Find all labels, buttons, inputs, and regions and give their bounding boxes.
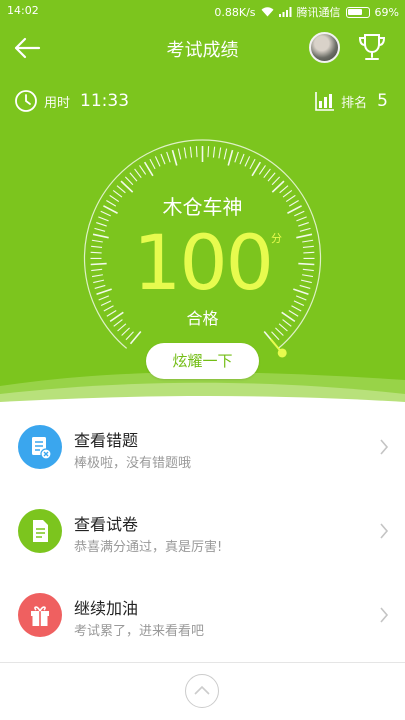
score-unit: 分 [271,232,282,245]
chevron-up-icon [193,685,210,695]
dial-tick [212,146,216,158]
dial-tick [267,172,276,182]
item-subtitle: 考试累了，进来看看吧 [74,624,205,639]
dial-tick [160,153,166,165]
item-subtitle: 棒极啦，没有错题哦 [74,456,192,471]
dial-tick [189,146,193,158]
dial-tick [195,146,198,158]
user-nickname: 木仓车神 [162,195,243,219]
action-list: 查看错题 棒极啦，没有错题哦 查看试卷 恭喜满分通过，真是厉害! 继续加油 考试… [0,405,405,657]
dial-tick [234,151,239,163]
score-value: 100 [132,218,274,307]
dial-tick [244,156,251,167]
chevron-right-icon [380,439,389,455]
dial-tick [207,146,210,158]
dial-tick [271,176,281,186]
dial-tick [275,327,284,336]
dial-tick [263,168,271,179]
dial-tick [129,172,138,182]
dial-tick [125,331,134,341]
dial-pointer [277,348,287,358]
list-item-wrong-questions[interactable]: 查看错题 棒极啦，没有错题哦 [0,405,405,489]
gift-icon [18,593,62,637]
dial-tick [154,156,161,167]
share-button[interactable]: 炫耀一下 [146,343,259,379]
item-title: 查看错题 [74,431,139,450]
item-title: 查看试卷 [74,515,139,534]
dial-tick [251,161,262,177]
dial-tick [134,168,142,179]
dial-tick [218,147,222,159]
dial-tick [177,148,182,160]
dial-tick [271,331,280,341]
dial-tick [227,149,234,166]
dial-tick [239,153,245,165]
pass-status: 合格 [186,309,219,328]
item-subtitle: 恭喜满分通过，真是厉害! [74,540,223,555]
header-panel: 14:02 0.88K/s 腾讯通信 69% 考试成绩 用时 11:33 排名 … [0,0,405,405]
dial-tick [139,165,147,175]
dial-tick [171,149,178,166]
dial-tick [149,158,156,170]
list-item-keep-going[interactable]: 继续加油 考试累了，进来看看吧 [0,573,405,657]
item-title: 继续加油 [74,599,139,618]
dial-tick [183,147,187,159]
scroll-up-button[interactable] [185,674,219,708]
list-item-view-paper[interactable]: 查看试卷 恭喜满分通过，真是厉害! [0,489,405,573]
dial-tick [166,151,171,163]
dial-tick [258,165,266,175]
wrong-questions-icon [18,425,62,469]
dial-tick [121,327,130,336]
dial-tick [143,161,154,177]
dial-tick [249,158,256,170]
bottom-divider [0,662,405,663]
dial-tick [223,148,228,160]
paper-icon [18,509,62,553]
dial-tick [124,176,134,186]
chevron-right-icon [380,607,389,623]
chevron-right-icon [380,523,389,539]
